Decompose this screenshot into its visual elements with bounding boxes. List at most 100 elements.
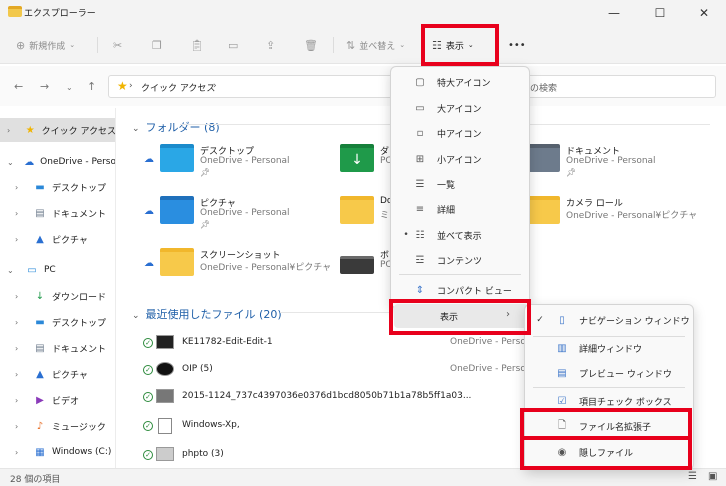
sidebar-item-documents[interactable]: › ▤ ドキュメント — [0, 336, 115, 360]
sidebar-item-label: ドキュメント — [52, 209, 107, 220]
submenu-item-navigation-pane[interactable]: ✓ ▯ ナビゲーション ウィンドウ — [525, 307, 693, 333]
sidebar-item-pictures[interactable]: › ▲ ピクチャ — [0, 362, 115, 386]
new-label: 新規作成 — [29, 41, 66, 52]
share-button[interactable]: ⇪ — [266, 35, 279, 55]
recent-file-row[interactable]: ✓ 2015-1124_737c4397036e0376d1bcd8050b71… — [140, 384, 471, 410]
address-bar[interactable]: ★ › クイック アクセス › — [108, 75, 398, 98]
music-icon: ♪ — [36, 420, 44, 432]
maximize-button[interactable]: ☐ — [638, 0, 682, 26]
sidebar-item-desktop[interactable]: › ▬ デスクトップ — [0, 175, 115, 199]
folder-icon — [340, 196, 374, 224]
sidebar-item-onedrive[interactable]: ⌄ ☁ OneDrive - Perso — [0, 150, 115, 174]
submenu-item-preview-pane[interactable]: ▤ プレビュー ウィンドウ — [525, 360, 693, 386]
menu-item-small-icons[interactable]: ⊞ 小アイコン — [391, 146, 529, 172]
copy-button[interactable]: ❐ — [152, 35, 166, 55]
file-name: Windows-Xp, — [182, 420, 240, 430]
folder-tile[interactable]: ☁ デスクトップ OneDrive - Personal 📌︎ — [134, 142, 314, 180]
chevron-right-icon: › — [15, 182, 19, 192]
rename-button[interactable]: ▭ — [228, 35, 242, 55]
pin-icon: 📌︎ — [200, 168, 211, 177]
recent-file-row[interactable]: ✓ OIP (5) — [140, 357, 420, 383]
folder-location: OneDrive - Personal — [200, 208, 290, 218]
new-button[interactable]: ⊕ 新規作成 ⌄ — [16, 35, 75, 55]
tiles-icon: ☷ — [415, 229, 425, 241]
sidebar-item-desktop[interactable]: › ▬ デスクトップ — [0, 310, 115, 334]
details-view-icon[interactable]: ☰ — [688, 471, 697, 482]
copy-icon: ❐ — [152, 38, 162, 52]
delete-button[interactable]: 🗑︎ — [304, 35, 322, 55]
highlight-box-view-button — [421, 24, 499, 66]
minimize-button[interactable]: — — [592, 0, 636, 26]
forward-arrow-icon[interactable]: → — [40, 80, 49, 93]
recent-locations-icon[interactable]: ⌄ — [66, 83, 73, 92]
recent-file-row[interactable]: ✓ KE11782-Edit-Edit-1 — [140, 330, 420, 356]
sidebar-item-label: ミュージック — [52, 422, 106, 433]
menu-item-medium-icons[interactable]: ▫ 中アイコン — [391, 120, 529, 146]
folder-tile[interactable]: ボ PC — [314, 246, 392, 284]
pc-icon: ▭ — [27, 264, 37, 276]
sort-button[interactable]: ⇅ 並べ替え ⌄ — [346, 35, 405, 55]
chevron-down-icon: ⌄ — [7, 265, 14, 275]
search-box[interactable]: スの検索 — [500, 75, 716, 98]
video-icon: ▶ — [36, 394, 44, 406]
section-title: 最近使用したファイル (20) — [145, 308, 282, 321]
paste-button[interactable]: 📋︎ — [190, 35, 208, 55]
sidebar-item-label: ピクチャ — [52, 235, 88, 246]
chevron-down-icon: ⌄ — [132, 311, 140, 321]
cut-button[interactable]: ✂ — [113, 35, 126, 55]
sidebar-item-drive-c[interactable]: › ▦ Windows (C:) — [0, 440, 115, 464]
chevron-right-icon: › — [15, 234, 19, 244]
back-arrow-icon[interactable]: ← — [14, 80, 23, 93]
folder-tile[interactable]: ↓ ダ PC — [314, 142, 392, 180]
sidebar-item-quick-access[interactable]: › ★ クイック アクセス — [0, 118, 115, 142]
chevron-right-icon: › — [15, 395, 19, 405]
large-icons-icon: ▭ — [415, 102, 425, 114]
picture-icon: ▲ — [36, 368, 44, 380]
sidebar-item-music[interactable]: › ♪ ミュージック — [0, 414, 115, 438]
paste-icon: 📋︎ — [190, 38, 204, 52]
tiles-view-icon[interactable]: ▣ — [708, 471, 717, 482]
folder-tile[interactable]: ☁ スクリーンショット OneDrive - Personal¥ピクチャ — [134, 246, 331, 284]
menu-item-large-icons[interactable]: ▭ 大アイコン — [391, 95, 529, 121]
file-thumbnail-icon — [156, 389, 174, 403]
up-arrow-icon[interactable]: ↑ — [87, 80, 96, 93]
sidebar-item-label: ビデオ — [52, 396, 80, 407]
chevron-right-icon: › — [15, 291, 19, 301]
sidebar-item-documents[interactable]: › ▤ ドキュメント — [0, 201, 115, 225]
drive-icon — [340, 256, 374, 274]
file-document-icon — [158, 418, 172, 434]
sidebar-item-videos[interactable]: › ▶ ビデオ — [0, 388, 115, 412]
menu-item-tiles[interactable]: • ☷ 並べて表示 — [391, 222, 529, 248]
medium-icons-icon: ▫ — [416, 127, 424, 139]
chevron-right-icon: › — [15, 317, 19, 327]
desktop-icon: ▬ — [35, 316, 45, 328]
chevron-right-icon: › — [15, 343, 19, 353]
sidebar-item-downloads[interactable]: › ↓ ダウンロード — [0, 284, 115, 308]
submenu-item-label: ナビゲーション ウィンドウ — [579, 316, 690, 327]
recent-file-row[interactable]: ✓ phpto (3) — [140, 442, 420, 468]
menu-item-extra-large-icons[interactable]: ▢ 特大アイコン — [391, 69, 529, 95]
folder-tile[interactable]: Do ミ — [314, 194, 392, 232]
item-count: 28 個の項目 — [10, 475, 61, 485]
folder-icon — [160, 248, 194, 276]
sidebar-item-pc[interactable]: ⌄ ▭ PC — [0, 258, 115, 282]
folder-location: OneDrive - Personal — [200, 156, 290, 166]
menu-item-details[interactable]: ≡ 詳細 — [391, 196, 529, 222]
chevron-right-icon: › — [15, 421, 19, 431]
extra-large-icons-icon: ▢ — [415, 76, 425, 88]
file-name: 2015-1124_737c4397036e0376d1bcd8050b71b1… — [182, 391, 472, 401]
menu-item-list[interactable]: ☰ 一覧 — [391, 171, 529, 197]
menu-item-content[interactable]: ☲ コンテンツ — [391, 247, 529, 273]
recent-section-header[interactable]: ⌄ 最近使用したファイル (20) — [132, 306, 282, 322]
more-options-button[interactable]: ••• — [508, 35, 526, 55]
sidebar-item-pictures[interactable]: › ▲ ピクチャ — [0, 227, 115, 251]
highlight-box-show-item — [389, 299, 531, 335]
folder-tile[interactable]: ☁ ピクチャ OneDrive - Personal 📌︎ — [134, 194, 314, 232]
breadcrumb[interactable]: クイック アクセス — [141, 81, 215, 94]
close-button[interactable]: ✕ — [682, 0, 726, 26]
recent-file-row[interactable]: ✓ Windows-Xp, — [140, 413, 420, 439]
chevron-right-icon: › — [15, 447, 19, 457]
cloud-icon: ☁ — [24, 156, 35, 168]
submenu-item-details-pane[interactable]: ▥ 詳細ウィンドウ — [525, 335, 693, 361]
folders-section-header[interactable]: ⌄ フォルダー (8) — [132, 119, 220, 135]
